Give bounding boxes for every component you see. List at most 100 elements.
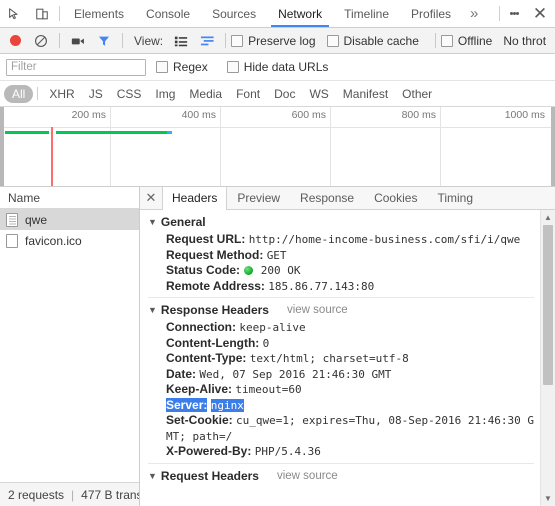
panel-tabs: Elements Console Sources Network Timelin… — [63, 0, 486, 27]
preserve-log-checkbox[interactable]: Preserve log — [231, 34, 324, 48]
request-row-qwe-label: qwe — [25, 212, 48, 227]
offline-checkbox[interactable]: Offline — [440, 33, 501, 48]
regex-checkbox[interactable]: Regex — [156, 60, 217, 74]
header-value-connection: keep-alive — [239, 321, 306, 334]
header-value-date: Wed, 07 Sep 2016 21:46:30 GMT — [199, 367, 392, 381]
record-button-icon[interactable] — [2, 29, 28, 53]
header-name-server: Server: — [166, 397, 208, 412]
filter-input[interactable] — [6, 58, 146, 76]
tab-network[interactable]: Network — [267, 0, 333, 27]
details-vertical-scrollbar[interactable]: ▲ ▼ — [540, 210, 555, 506]
tab-headers-label: Headers — [172, 191, 218, 205]
vertical-dots-icon[interactable] — [503, 0, 525, 27]
scrollbar-thumb[interactable] — [543, 225, 553, 385]
type-filter-css[interactable]: CSS — [110, 85, 149, 103]
request-list-panel: Name qwe favicon.ico 2 requests | 477 B … — [0, 187, 140, 506]
header-row-content-length[interactable]: Content-Length: 0 — [140, 336, 540, 352]
inspect-element-icon[interactable] — [0, 0, 28, 27]
funnel-filter-icon[interactable] — [91, 29, 117, 53]
request-row-qwe[interactable]: qwe — [0, 209, 139, 230]
header-row-request-method[interactable]: Request Method: GET — [140, 248, 540, 264]
header-name-remote-address: Remote Address: — [166, 278, 265, 293]
header-row-remote-address[interactable]: Remote Address: 185.86.77.143:80 — [140, 279, 540, 295]
scroll-up-arrow-icon[interactable]: ▲ — [544, 210, 552, 225]
header-row-keep-alive[interactable]: Keep-Alive: timeout=60 — [140, 382, 540, 398]
disable-cache-checkbox[interactable]: Disable cache — [326, 33, 428, 48]
hide-data-urls-checkbox[interactable]: Hide data URLs — [226, 60, 338, 74]
throttling-select[interactable]: No throt — [503, 34, 546, 48]
tab-cookies[interactable]: Cookies — [364, 187, 427, 209]
toolbar-divider-3 — [225, 33, 227, 48]
view-source-request[interactable]: view source — [277, 470, 338, 482]
section-request-headers-header[interactable]: ▼ Request Headers view source — [140, 467, 540, 486]
tab-elements[interactable]: Elements — [63, 0, 135, 27]
section-general-header[interactable]: ▼ General — [140, 213, 540, 232]
section-divider-1 — [148, 297, 534, 298]
more-tabs-chevron-icon[interactable]: » — [462, 0, 486, 27]
tab-sources[interactable]: Sources — [201, 0, 267, 27]
network-overview-timeline[interactable]: 200 ms 400 ms 600 ms 800 ms 1000 ms — [0, 107, 555, 187]
header-row-server[interactable]: Server: nginx — [140, 397, 540, 414]
type-filter-doc[interactable]: Doc — [267, 85, 302, 103]
tab-network-label: Network — [278, 6, 323, 21]
type-filter-divider — [37, 87, 39, 100]
request-row-favicon-label: favicon.ico — [25, 233, 82, 248]
toolbar-divider-2 — [122, 33, 123, 48]
device-toolbar-icon[interactable] — [28, 0, 56, 27]
scrollbar-track[interactable] — [541, 225, 555, 491]
header-row-request-url[interactable]: Request URL: http://home-income-business… — [140, 232, 540, 248]
file-icon — [6, 233, 18, 248]
tab-sources-label: Sources — [212, 6, 257, 21]
headers-scroll-area: ▼ General Request URL: http://home-incom… — [140, 210, 540, 506]
disable-cache-label: Disable cache — [343, 33, 419, 48]
clear-button-icon[interactable] — [28, 29, 54, 53]
type-filter-ws[interactable]: WS — [302, 85, 335, 103]
offline-box — [440, 34, 453, 47]
view-label: View: — [134, 33, 164, 48]
header-row-status-code[interactable]: Status Code: 200 OK — [140, 263, 540, 279]
header-row-x-powered-by[interactable]: X-Powered-By: PHP/5.4.36 — [140, 444, 540, 460]
scroll-down-arrow-icon[interactable]: ▼ — [544, 491, 552, 506]
offline-label: Offline — [457, 33, 493, 48]
section-response-headers-title: Response Headers — [160, 303, 269, 317]
tab-response[interactable]: Response — [290, 187, 364, 209]
type-filter-manifest[interactable]: Manifest — [336, 85, 395, 103]
type-filter-media[interactable]: Media — [182, 85, 229, 103]
tab-timing[interactable]: Timing — [427, 187, 483, 209]
tab-console[interactable]: Console — [135, 0, 201, 27]
type-filter-all[interactable]: All — [4, 84, 34, 103]
network-main-split: Name qwe favicon.ico 2 requests | 477 B … — [0, 187, 555, 506]
tab-timeline[interactable]: Timeline — [333, 0, 400, 27]
tabbar-right-controls: ✕ — [496, 0, 555, 27]
header-row-content-type[interactable]: Content-Type: text/html; charset=utf-8 — [140, 351, 540, 367]
header-value-server: nginx — [210, 398, 244, 412]
type-filter-img[interactable]: Img — [148, 85, 182, 103]
overview-bar-favicon-tail — [167, 131, 172, 134]
type-filter-other[interactable]: Other — [395, 85, 439, 103]
header-row-set-cookie[interactable]: Set-Cookie: cu_qwe=1; expires=Thu, 08-Se… — [140, 413, 540, 429]
header-row-date[interactable]: Date: Wed, 07 Sep 2016 21:46:30 GMT — [140, 367, 540, 383]
tab-preview[interactable]: Preview — [227, 187, 290, 209]
section-response-headers-header[interactable]: ▼ Response Headers view source — [140, 301, 540, 320]
overview-left-handle[interactable] — [0, 107, 4, 186]
type-filter-font[interactable]: Font — [229, 85, 267, 103]
view-source-response[interactable]: view source — [287, 304, 348, 316]
camera-icon[interactable] — [65, 29, 91, 53]
details-close-icon[interactable]: ✕ — [140, 187, 162, 209]
list-view-icon[interactable] — [168, 29, 194, 53]
overview-right-handle[interactable] — [551, 107, 555, 186]
request-row-favicon[interactable]: favicon.ico — [0, 230, 139, 251]
tab-headers[interactable]: Headers — [162, 187, 228, 210]
devtools-tab-bar: Elements Console Sources Network Timelin… — [0, 0, 555, 28]
regex-label: Regex — [173, 60, 208, 74]
type-filter-js[interactable]: JS — [82, 85, 110, 103]
type-filter-xhr[interactable]: XHR — [42, 85, 81, 103]
tab-profiles[interactable]: Profiles — [400, 0, 462, 27]
header-row-connection[interactable]: Connection: keep-alive — [140, 320, 540, 336]
preserve-log-box — [231, 34, 244, 47]
tab-response-label: Response — [300, 191, 355, 205]
waterfall-view-icon[interactable] — [194, 29, 220, 53]
request-list-header[interactable]: Name — [0, 187, 139, 209]
hide-data-urls-box — [226, 61, 239, 73]
close-icon[interactable]: ✕ — [525, 0, 555, 27]
